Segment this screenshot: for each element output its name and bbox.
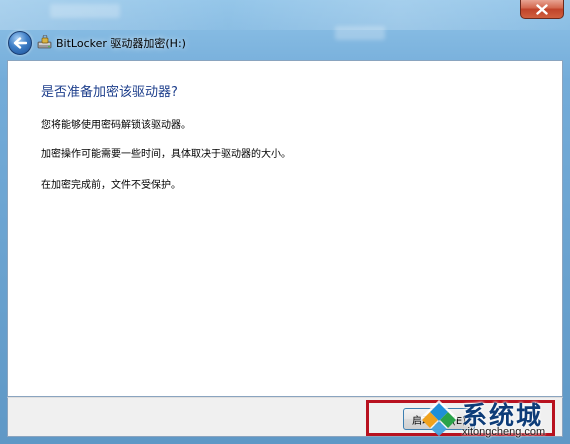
page-heading: 是否准备加密该驱动器? <box>41 85 178 100</box>
back-button[interactable] <box>8 31 32 55</box>
bitlocker-drive-icon <box>37 35 52 49</box>
background-blur <box>50 4 120 18</box>
info-text-duration: 加密操作可能需要一些时间，具体取决于驱动器的大小。 <box>41 149 291 160</box>
content-panel: 是否准备加密该驱动器? 您将能够使用密码解锁该驱动器。 加密操作可能需要一些时间… <box>7 60 563 397</box>
close-button[interactable] <box>520 0 564 19</box>
watermark-logo-icon <box>420 400 458 436</box>
watermark: 系统城 xitongcheng.com <box>418 396 568 442</box>
watermark-url: xitongcheng.com <box>462 426 546 438</box>
info-text-password: 您将能够使用密码解锁该驱动器。 <box>41 120 191 131</box>
window-title: BitLocker 驱动器加密(H:) <box>56 37 186 50</box>
title-bar: BitLocker 驱动器加密(H:) <box>0 28 570 60</box>
close-icon <box>536 3 548 15</box>
back-arrow-icon <box>13 37 27 49</box>
info-text-unprotected: 在加密完成前，文件不受保护。 <box>41 180 181 191</box>
